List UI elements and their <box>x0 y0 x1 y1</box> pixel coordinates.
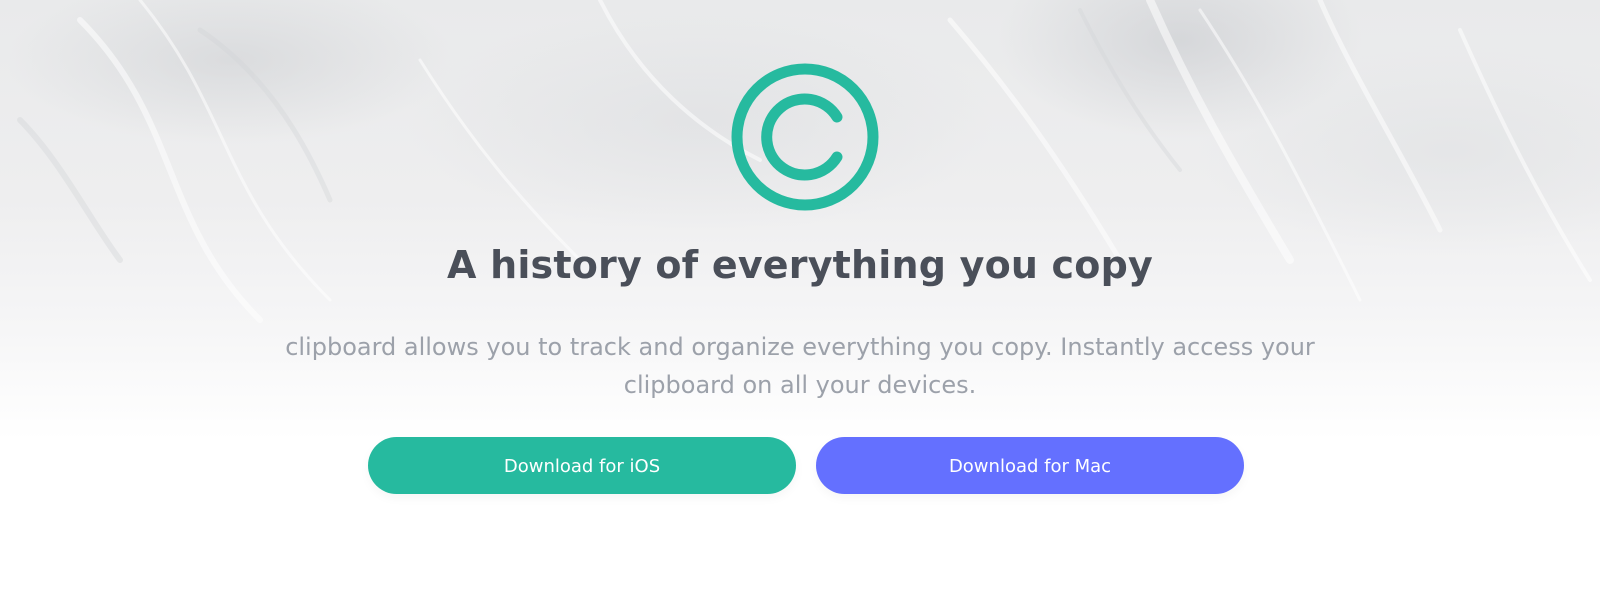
download-ios-button[interactable]: Download for iOS <box>368 437 796 494</box>
hero-description-line-1: clipboard allows you to track and organi… <box>285 333 1315 361</box>
page-title: A history of everything you copy <box>447 243 1153 287</box>
hero-description-line-2: clipboard on all your devices. <box>623 371 977 399</box>
copyright-circle-icon <box>731 63 879 211</box>
hero-description: clipboard allows you to track and organi… <box>200 328 1400 404</box>
download-mac-button[interactable]: Download for Mac <box>816 437 1244 494</box>
hero-section: A history of everything you copy clipboa… <box>0 0 1600 593</box>
